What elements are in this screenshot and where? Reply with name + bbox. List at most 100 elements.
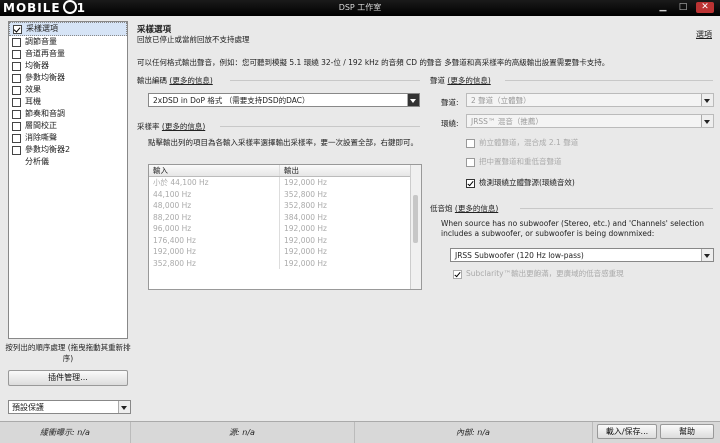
sidebar-item-label: 采樣選項 xyxy=(26,24,58,33)
panel-description: 可以任何格式輸出聲音，例如：您可聽到模擬 5.1 環繞 32-位 / 192 k… xyxy=(137,58,610,67)
sidebar-item-label: 效果 xyxy=(25,85,41,94)
sidebar-item-label: 參數均衡器2 xyxy=(25,145,71,154)
minimize-button[interactable]: ▁ xyxy=(656,2,670,13)
table-row[interactable]: 小於 44,100 Hz 192,000 Hz xyxy=(149,177,421,189)
input-rate-cell: 176,400 Hz xyxy=(149,234,280,246)
front-stereo-checkbox[interactable]: 前立體聲道，混合成 2.1 聲道 xyxy=(466,138,578,148)
checkbox-icon[interactable] xyxy=(12,146,21,155)
sidebar-item-label: 音道再音量 xyxy=(25,49,65,58)
sidebar-item[interactable]: 層間校正 xyxy=(9,120,127,132)
channel-count-select[interactable]: 2 聲道（立體聲） xyxy=(466,93,714,107)
dsp-module-list[interactable]: 采樣選項調節音量音道再音量均衡器參數均衡器效果耳機節奏和音調 層間校正 消除嘶聲參數… xyxy=(8,21,128,339)
preset-select[interactable]: 預設保護 xyxy=(8,400,131,414)
checkbox-icon[interactable] xyxy=(12,122,21,131)
sample-rate-more-info-link[interactable]: (更多的信息) xyxy=(162,122,205,131)
sidebar-order-note: 按列出的順序處理 (拖曳拖動其重新排序) xyxy=(5,343,131,363)
checkbox-icon[interactable] xyxy=(12,38,21,47)
internal-status: 內部: n/a xyxy=(354,422,593,443)
sidebar-item-label: 調節音量 xyxy=(25,37,57,46)
table-row[interactable]: 352,800 Hz 192,000 Hz xyxy=(149,257,421,270)
sample-rate-hint: 點擊輸出列的項目為各輸入采樣率選擇輸出采樣率，要一次設置全部，右鍵即可。 xyxy=(148,138,418,147)
chevron-down-icon xyxy=(118,401,130,413)
detect-surround-checkbox[interactable]: 檢測環繞立體聲源(環繞音效) xyxy=(466,178,575,188)
options-link[interactable]: 選項 xyxy=(696,29,712,40)
page-subtitle: 回放已停止或當前回放不支持處理 xyxy=(137,35,250,44)
maximize-button[interactable]: □ xyxy=(676,2,690,13)
checkbox-icon[interactable] xyxy=(12,86,21,95)
output-rate-cell[interactable]: 192,000 Hz xyxy=(280,177,406,189)
sidebar-item[interactable]: 參數均衡器2 xyxy=(9,144,127,156)
window-title: DSP 工作室 xyxy=(338,3,382,12)
subclarity-checkbox[interactable]: Subclarity™輸出更飽滿，更廣域的低音感重現 xyxy=(453,269,624,279)
sidebar-item-label: 均衡器 xyxy=(25,61,49,70)
sidebar-item-label: 耳機 xyxy=(25,97,41,106)
chevron-down-icon xyxy=(701,249,713,261)
checkbox-icon[interactable] xyxy=(13,25,22,34)
subwoofer-description: When source has no subwoofer (Stereo, et… xyxy=(441,219,704,238)
checkbox-icon[interactable] xyxy=(12,98,21,107)
sidebar-item[interactable]: 參數均衡器 xyxy=(9,72,127,84)
plugin-manager-button[interactable]: 插件管理... xyxy=(8,370,128,386)
subwoofer-label: 低音炮 (更多的信息) xyxy=(430,204,499,213)
sidebar-item[interactable]: 效果 xyxy=(9,84,127,96)
output-format-more-info-link[interactable]: (更多的信息) xyxy=(169,76,212,85)
output-rate-cell[interactable]: 192,000 Hz xyxy=(280,246,406,258)
sidebar-item[interactable]: 節奏和音調 xyxy=(9,108,127,120)
sidebar-item[interactable]: 消除嘶聲 xyxy=(9,132,127,144)
table-row[interactable]: 44,100 Hz 352,800 Hz xyxy=(149,188,421,201)
table-row[interactable]: 192,000 Hz 192,000 Hz xyxy=(149,246,421,258)
latency-status: 緩衝曝示: n/a xyxy=(0,422,131,443)
input-rate-cell: 小於 44,100 Hz xyxy=(149,177,280,189)
checkbox-icon[interactable] xyxy=(12,62,21,71)
sidebar-item-label: 分析儀 xyxy=(25,157,49,166)
input-rate-cell: 352,800 Hz xyxy=(149,257,280,269)
output-rate-cell[interactable]: 192,000 Hz xyxy=(280,258,406,270)
load-save-button[interactable]: 載入/保存... xyxy=(597,424,657,439)
output-rate-cell[interactable]: 192,000 Hz xyxy=(280,235,406,247)
sidebar-item[interactable]: 分析儀 xyxy=(9,156,127,168)
source-status: 源: n/a xyxy=(130,422,355,443)
surround-mode-select[interactable]: JRSS™ 混音（推薦） xyxy=(466,114,714,128)
sidebar-item-label: 消除嘶聲 xyxy=(25,133,57,142)
checkbox-icon[interactable] xyxy=(12,50,21,59)
input-rate-cell: 88,200 Hz xyxy=(149,211,280,223)
subwoofer-more-info-link[interactable]: (更多的信息) xyxy=(455,204,498,213)
output-rate-cell[interactable]: 192,000 Hz xyxy=(280,223,406,235)
table-row[interactable]: 176,400 Hz 192,000 Hz xyxy=(149,234,421,247)
sidebar-item[interactable]: 耳機 xyxy=(9,96,127,108)
table-row[interactable]: 88,200 Hz 384,000 Hz xyxy=(149,211,421,224)
table-row[interactable]: 96,000 Hz 192,000 Hz xyxy=(149,223,421,235)
input-rate-cell: 96,000 Hz xyxy=(149,223,280,235)
channels-label: 聲道 (更多的信息) xyxy=(430,76,491,85)
sidebar-item[interactable]: 音道再音量 xyxy=(9,48,127,60)
help-button[interactable]: 幫助 xyxy=(660,424,714,439)
subwoofer-select[interactable]: JRSS Subwoofer (120 Hz low-pass) xyxy=(450,248,714,262)
sidebar-item[interactable]: 采樣選項 xyxy=(9,22,127,36)
surround-mode-label: 環繞: xyxy=(441,119,459,128)
sidebar-item[interactable]: 調節音量 xyxy=(9,36,127,48)
column-header-output: 輸出 xyxy=(284,166,299,175)
sidebar-item[interactable]: 均衡器 xyxy=(9,60,127,72)
table-scrollbar[interactable] xyxy=(410,165,421,289)
checkbox-icon[interactable] xyxy=(12,134,21,143)
checkbox-icon[interactable] xyxy=(12,110,21,119)
output-rate-cell[interactable]: 352,800 Hz xyxy=(280,200,406,212)
table-row[interactable]: 48,000 Hz 352,800 Hz xyxy=(149,200,421,212)
center-sub-checkbox[interactable]: 把中置聲道和重低音聲道 xyxy=(466,157,562,167)
output-rate-cell[interactable]: 384,000 Hz xyxy=(280,212,406,224)
checkbox-icon[interactable] xyxy=(12,74,21,83)
close-button[interactable]: ✕ xyxy=(696,2,714,13)
input-rate-cell: 48,000 Hz xyxy=(149,200,280,212)
column-header-input: 輸入 xyxy=(149,165,280,176)
output-rate-cell[interactable]: 352,800 Hz xyxy=(280,189,406,201)
input-rate-cell: 192,000 Hz xyxy=(149,246,280,258)
scrollbar-thumb[interactable] xyxy=(413,195,418,243)
channel-count-label: 聲道: xyxy=(441,98,459,107)
sidebar-item-label: 參數均衡器 xyxy=(25,73,65,82)
output-format-label: 輸出編碼 (更多的信息) xyxy=(137,76,213,85)
chevron-down-icon xyxy=(701,94,713,106)
output-format-select[interactable]: 2xDSD in DoP 格式 （需要支持DSD的DAC） xyxy=(148,93,420,107)
sample-rate-table[interactable]: 輸入 輸出 小於 44,100 Hz 192,000 Hz 44,100 Hz 352… xyxy=(148,164,422,290)
channels-more-info-link[interactable]: (更多的信息) xyxy=(447,76,490,85)
input-rate-cell: 44,100 Hz xyxy=(149,188,280,200)
